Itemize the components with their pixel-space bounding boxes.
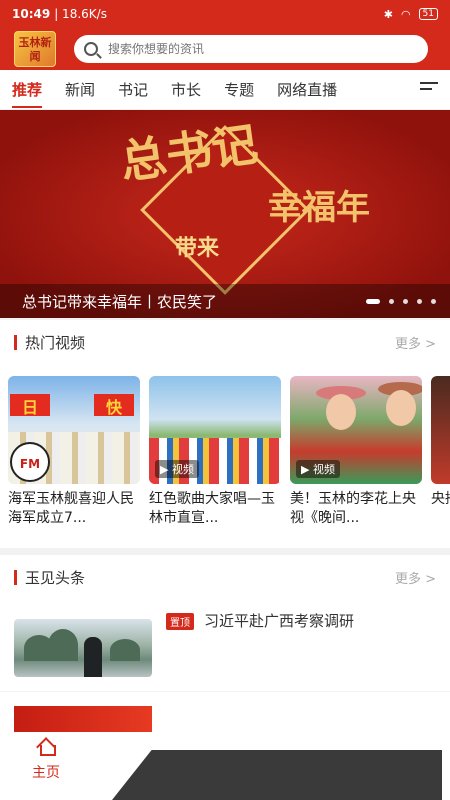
video-title: 红色歌曲大家唱—玉林市直宣... [149, 491, 275, 526]
carousel-dot[interactable] [417, 299, 422, 304]
carousel-dot[interactable] [431, 299, 436, 304]
tab-news[interactable]: 新闻 [65, 79, 95, 100]
more-link[interactable]: 更多 > [395, 568, 436, 587]
section-hot-video: 热门视频 更多 > [0, 320, 450, 364]
more-link[interactable]: 更多 > [395, 333, 436, 352]
news-thumbnail [14, 706, 152, 732]
channel-tabs: 推荐 新闻 书记 市长 专题 网络直播 [0, 70, 450, 110]
section-accent-bar [14, 334, 17, 350]
video-tag: ▶ 视频 [296, 460, 340, 478]
section-headlines: 玉见头条 更多 > [0, 555, 450, 599]
carousel-dot[interactable] [366, 299, 380, 304]
pinned-badge: 置顶 [166, 613, 194, 630]
video-thumbnail [431, 376, 450, 484]
status-net-speed: | 18.6K/s [54, 7, 107, 21]
news-title: 习近平赴广西考察调研 [204, 612, 355, 630]
news-item[interactable]: 置顶 习近平赴广西考察调研 [0, 599, 450, 691]
video-title: 美！玉林的李花上央视《晚间... [290, 491, 416, 526]
fm-logo-icon: FM [10, 442, 50, 482]
video-carousel: 日 快 FM 海军玉林舰喜迎人民海军成立7... ▶ 视频 红色歌曲大家唱—玉林… [0, 364, 450, 548]
status-icons: ✱ ◠ 51 [384, 8, 438, 21]
battery-icon: 51 [418, 8, 438, 20]
status-time: 10:49 [12, 7, 51, 21]
tab-special[interactable]: 专题 [224, 79, 254, 100]
app-header: 玉林新闻 [0, 28, 450, 70]
search-input[interactable] [108, 42, 408, 56]
hero-banner[interactable]: 总书记 幸福年 带来 总书记带来幸福年丨农民笑了 [0, 110, 450, 318]
banner-subheadline: 幸福年 [268, 188, 370, 228]
search-bar[interactable] [74, 35, 428, 63]
carousel-dot[interactable] [389, 299, 394, 304]
nav-home-label: 主页 [32, 765, 60, 781]
video-title: 海军玉林舰喜迎人民海军成立7... [8, 491, 134, 526]
carousel-dots[interactable] [366, 299, 436, 304]
tab-live[interactable]: 网络直播 [277, 79, 337, 100]
gesture-overlay [112, 750, 442, 800]
section-title: 热门视频 [25, 333, 86, 352]
video-thumbnail: ▶ 视频 [290, 376, 422, 484]
video-tag: ▶ 视频 [155, 460, 199, 478]
news-item[interactable] [0, 692, 450, 732]
search-icon [84, 42, 98, 56]
video-card[interactable]: 央播 [431, 376, 450, 528]
banner-small-text: 带来 [175, 236, 220, 261]
video-thumbnail: ▶ 视频 [149, 376, 281, 484]
wifi-icon: ◠ [400, 7, 411, 21]
status-bar: 10:49 | 18.6K/s ✱ ◠ 51 [0, 0, 450, 28]
video-thumbnail: 日 快 FM [8, 376, 140, 484]
video-card[interactable]: 日 快 FM 海军玉林舰喜迎人民海军成立7... [8, 376, 140, 528]
menu-icon[interactable] [420, 82, 438, 94]
home-icon [37, 738, 56, 756]
tab-mayor[interactable]: 市长 [171, 79, 201, 100]
app-logo[interactable]: 玉林新闻 [14, 31, 56, 67]
section-title: 玉见头条 [25, 568, 86, 587]
tab-recommend[interactable]: 推荐 [12, 79, 43, 108]
bluetooth-icon: ✱ [383, 7, 393, 21]
nav-home[interactable]: 主页 [24, 738, 68, 782]
video-card[interactable]: ▶ 视频 红色歌曲大家唱—玉林市直宣... [149, 376, 281, 528]
tab-secretary[interactable]: 书记 [118, 79, 148, 100]
carousel-dot[interactable] [403, 299, 408, 304]
section-accent-bar [14, 569, 17, 585]
video-card[interactable]: ▶ 视频 美！玉林的李花上央视《晚间... [290, 376, 422, 528]
video-title: 央播 [431, 491, 450, 507]
news-thumbnail [14, 619, 152, 677]
